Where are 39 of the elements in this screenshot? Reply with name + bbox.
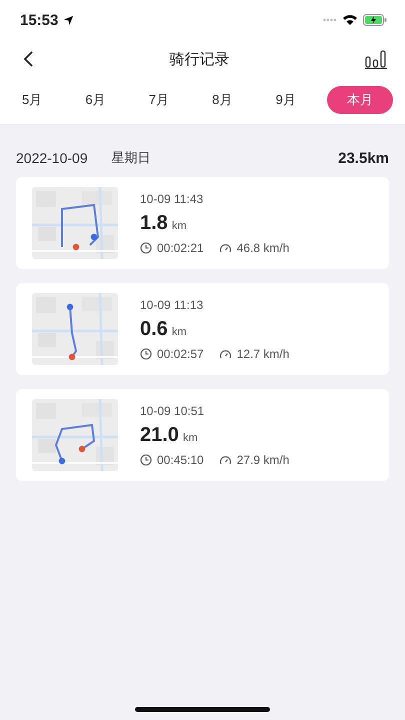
ride-time: 10-09 11:13 [140, 298, 204, 312]
ride-distance: 21.0 [140, 424, 179, 446]
distance-unit: km [172, 326, 186, 338]
status-time: 15:53 [20, 12, 58, 28]
month-tab[interactable]: 本月 [326, 86, 393, 114]
month-tab[interactable]: 8月 [200, 86, 244, 114]
month-tab[interactable]: 9月 [264, 86, 308, 114]
ride-distance: 0.6 [140, 318, 168, 340]
location-arrow-icon [63, 14, 74, 26]
distance-unit: km [182, 432, 198, 444]
month-tab[interactable]: 5月 [10, 86, 54, 114]
day-weekday: 星期日 [112, 149, 151, 167]
ride-duration: 00:45:10 [157, 452, 204, 466]
day-date: 2022-10-09 [16, 150, 88, 166]
clock-icon [140, 348, 152, 360]
month-tab[interactable]: 6月 [73, 86, 118, 114]
clock-icon [140, 242, 152, 254]
ride-distance: 1.8 [140, 212, 168, 234]
ride-card[interactable]: 10-09 11:13 0.6 km 00:02:57 12.7 km/h [16, 283, 389, 375]
speedometer-icon [218, 454, 232, 464]
ride-time: 10-09 10:51 [140, 404, 206, 418]
signal-icon [321, 18, 337, 22]
ride-duration: 00:02:57 [157, 346, 204, 360]
month-tab[interactable]: 7月 [136, 86, 182, 114]
distance-unit: km [172, 220, 186, 232]
clock-icon [140, 454, 152, 466]
day-total-distance: 23.5km [338, 150, 389, 166]
page-title: 骑行记录 [170, 50, 230, 68]
ride-card[interactable]: 10-09 11:43 1.8 km 00:02:21 46.8 km/h [16, 177, 389, 269]
ride-speed: 12.7 km/h [236, 346, 290, 360]
speedometer-icon [218, 348, 232, 358]
ride-speed: 46.8 km/h [236, 240, 290, 254]
ride-card[interactable]: 10-09 10:51 21.0 km 00:45:10 27.9 km/h [16, 389, 389, 481]
wifi-icon [342, 14, 358, 26]
battery-icon [363, 14, 387, 26]
ride-speed: 27.9 km/h [236, 452, 290, 466]
ride-time: 10-09 11:43 [140, 192, 204, 206]
speedometer-icon [218, 242, 232, 252]
ride-duration: 00:02:21 [157, 240, 204, 254]
